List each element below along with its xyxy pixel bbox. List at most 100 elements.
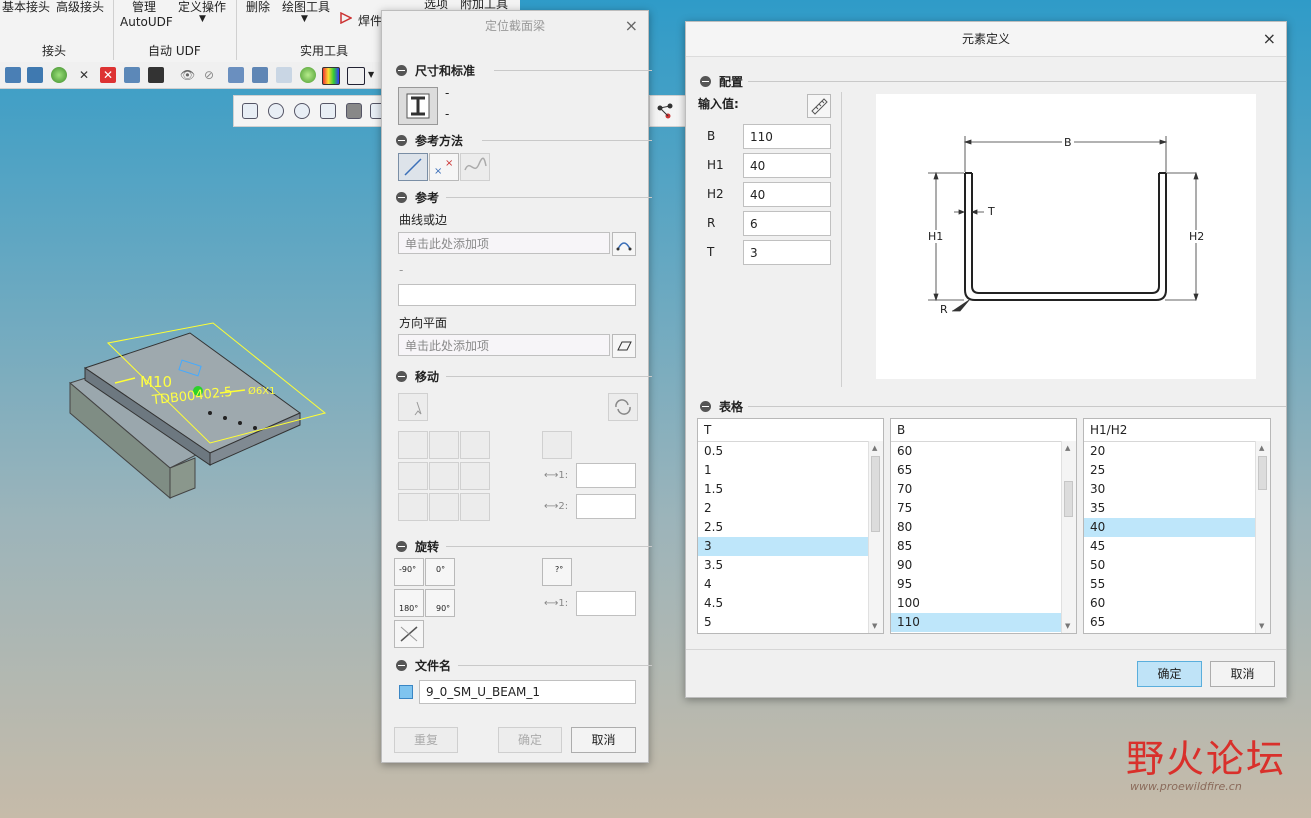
- list-item[interactable]: 2: [698, 499, 869, 518]
- collapse-icon[interactable]: [396, 540, 407, 552]
- list-item[interactable]: 90: [891, 556, 1062, 575]
- section-config[interactable]: 配置: [700, 73, 1286, 89]
- reset-button[interactable]: 重复: [394, 727, 458, 753]
- ref-method-edge-button[interactable]: [398, 153, 428, 181]
- ribbon-define-operation[interactable]: 定义操作: [178, 0, 226, 15]
- tool-icon[interactable]: [252, 67, 268, 83]
- list-item[interactable]: 2.5: [698, 518, 869, 537]
- list-item-selected[interactable]: 3: [698, 537, 869, 556]
- cancel-button[interactable]: 取消: [571, 727, 636, 753]
- ribbon-autoudf[interactable]: AutoUDF: [120, 15, 173, 29]
- refit-icon[interactable]: [320, 103, 336, 119]
- list-item[interactable]: 35: [1084, 499, 1256, 518]
- offset-1-input[interactable]: [576, 463, 636, 488]
- list-item-selected[interactable]: 110: [891, 613, 1062, 632]
- section-table[interactable]: 表格: [700, 398, 1286, 414]
- chevron-down-icon[interactable]: ▼: [301, 14, 308, 24]
- list-item[interactable]: 85: [891, 537, 1062, 556]
- collapse-icon[interactable]: [396, 64, 407, 76]
- scrollbar[interactable]: ▲ ▼: [1061, 441, 1076, 633]
- measure-icon[interactable]: [807, 94, 831, 118]
- param-r-input[interactable]: 6: [743, 211, 831, 236]
- scrollbar-thumb[interactable]: [1258, 456, 1267, 490]
- list-item[interactable]: 1.5: [698, 480, 869, 499]
- list-item[interactable]: 95: [891, 575, 1062, 594]
- section-rotate[interactable]: 旋转: [396, 538, 652, 554]
- scroll-up-icon[interactable]: ▲: [1065, 444, 1070, 452]
- close-icon[interactable]: ✕: [100, 67, 116, 83]
- list-item[interactable]: 70: [891, 480, 1062, 499]
- tool-icon[interactable]: [27, 67, 43, 83]
- rotate-angle-input[interactable]: [576, 591, 636, 616]
- tool-icon[interactable]: [228, 67, 244, 83]
- datum-icon[interactable]: [656, 102, 674, 123]
- collapse-icon[interactable]: [700, 75, 711, 87]
- list-item[interactable]: 50: [1084, 556, 1256, 575]
- list-item[interactable]: 60: [891, 442, 1062, 461]
- list-item[interactable]: 5: [698, 613, 869, 632]
- scroll-up-icon[interactable]: ▲: [872, 444, 877, 452]
- list-item[interactable]: 45: [1084, 537, 1256, 556]
- rotate-minus90-button[interactable]: -90°: [394, 558, 424, 586]
- eye-icon[interactable]: 👁: [180, 67, 196, 83]
- move-grid-button[interactable]: [398, 493, 428, 521]
- collapse-icon[interactable]: [396, 191, 407, 203]
- scroll-down-icon[interactable]: ▼: [1065, 622, 1070, 630]
- list-item[interactable]: 25: [1084, 461, 1256, 480]
- scrollbar-thumb[interactable]: [871, 456, 880, 532]
- ruler-icon[interactable]: [276, 67, 292, 83]
- close-icon[interactable]: ×: [625, 11, 638, 41]
- scroll-up-icon[interactable]: ▲: [1259, 444, 1264, 452]
- flip-button[interactable]: [608, 393, 638, 421]
- rotate-0-button[interactable]: 0°: [425, 558, 455, 586]
- param-h1-input[interactable]: 40: [743, 153, 831, 178]
- sheetmetal-model[interactable]: M10 TDB00402.5 Ø6X1: [60, 318, 335, 513]
- rotate-90-button[interactable]: 90°: [425, 589, 455, 617]
- curve-select-button[interactable]: [612, 232, 636, 256]
- section-filename[interactable]: 文件名: [396, 657, 652, 673]
- ok-button[interactable]: 确定: [1137, 661, 1202, 687]
- plane-select-button[interactable]: [612, 334, 636, 358]
- ref-method-curve-button[interactable]: [460, 153, 490, 181]
- move-drag-button[interactable]: [398, 393, 428, 421]
- tool-icon[interactable]: [148, 67, 164, 83]
- collapse-icon[interactable]: [396, 659, 407, 671]
- move-grid-button[interactable]: [429, 462, 459, 490]
- section-move[interactable]: 移动: [396, 368, 652, 384]
- list-item[interactable]: 55: [1084, 575, 1256, 594]
- ribbon-drawing-tools[interactable]: 绘图工具: [282, 0, 330, 15]
- close-icon[interactable]: ×: [1263, 22, 1276, 56]
- ribbon-basic-joint[interactable]: 基本接头: [2, 0, 50, 15]
- zoom-fit-icon[interactable]: [242, 103, 258, 119]
- secondary-field[interactable]: [398, 284, 636, 306]
- list-item[interactable]: 80: [891, 518, 1062, 537]
- rotate-free-button[interactable]: [394, 620, 424, 648]
- section-reference[interactable]: 参考: [396, 189, 652, 205]
- list-item-selected[interactable]: 40: [1084, 518, 1256, 537]
- hide-icon[interactable]: ⊘: [204, 67, 220, 83]
- list-item[interactable]: 30: [1084, 480, 1256, 499]
- move-offset-button[interactable]: [542, 431, 572, 459]
- list-item[interactable]: 3.5: [698, 556, 869, 575]
- ref-method-points-button[interactable]: × ×: [429, 153, 459, 181]
- list-item[interactable]: 1: [698, 461, 869, 480]
- list-item[interactable]: 4: [698, 575, 869, 594]
- move-grid-button[interactable]: [429, 493, 459, 521]
- rotate-custom-button[interactable]: ?°: [542, 558, 572, 586]
- scrollbar-thumb[interactable]: [1064, 481, 1073, 517]
- list-item[interactable]: 4.5: [698, 594, 869, 613]
- param-t-input[interactable]: 3: [743, 240, 831, 265]
- ok-button[interactable]: 确定: [498, 727, 562, 753]
- curve-edge-collector[interactable]: 单击此处添加项: [398, 232, 610, 254]
- move-grid-button[interactable]: [398, 462, 428, 490]
- list-item[interactable]: 20: [1084, 442, 1256, 461]
- tool-icon[interactable]: [300, 67, 316, 83]
- scrollbar[interactable]: ▲ ▼: [1255, 441, 1270, 633]
- tool-icon[interactable]: [124, 67, 140, 83]
- move-grid-button[interactable]: [429, 431, 459, 459]
- collapse-icon[interactable]: [396, 370, 407, 382]
- dir-plane-collector[interactable]: 单击此处添加项: [398, 334, 610, 356]
- chevron-down-icon[interactable]: ▼: [199, 14, 206, 24]
- cube-icon[interactable]: [347, 67, 365, 85]
- tool-icon[interactable]: [5, 67, 21, 83]
